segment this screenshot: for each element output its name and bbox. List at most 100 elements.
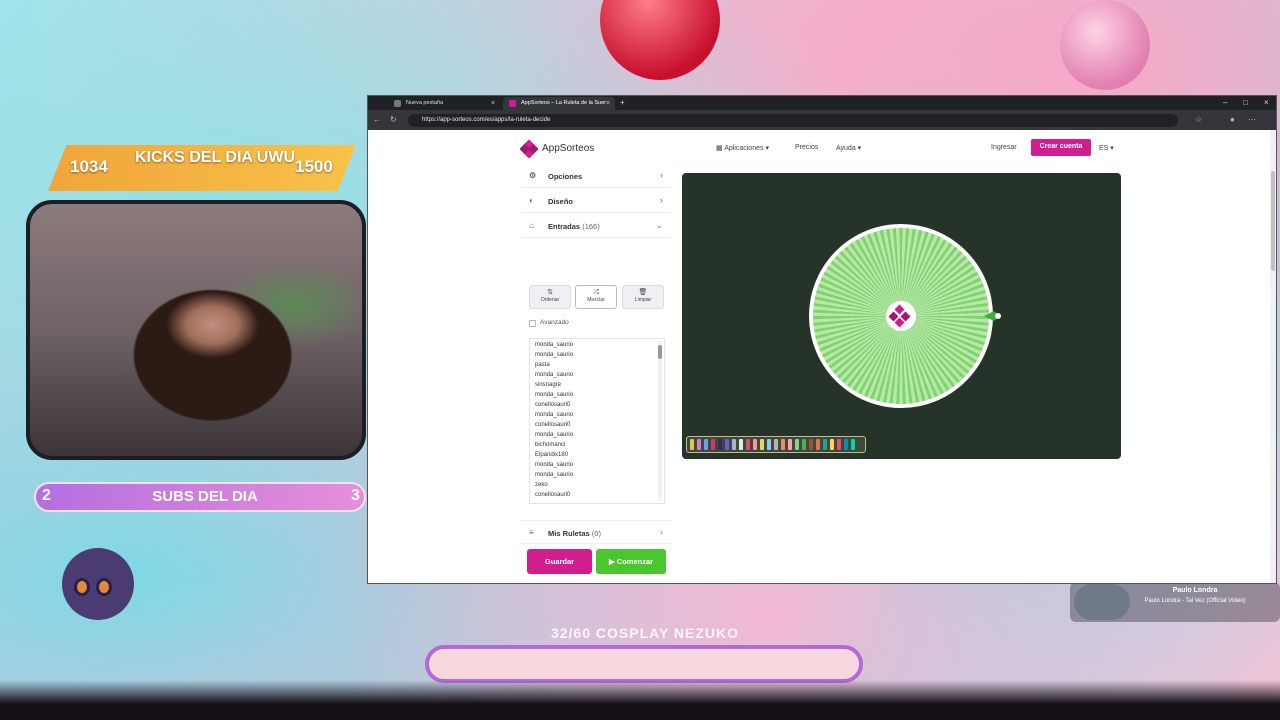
palette-swatch[interactable] [760,439,764,450]
subs-goal: 3 [351,487,360,504]
sliders-icon: ≡ [529,528,534,537]
cherry-decoration [1060,0,1150,90]
cat-eye-icon [96,578,112,596]
palette-swatch[interactable] [753,439,757,450]
gift-icon: ⌂ [529,221,534,230]
browser-window: Nueva pestaña × AppSorteos – La Ruleta d… [367,95,1277,584]
palette-swatch[interactable] [837,439,841,450]
profile-icon[interactable]: ● [1230,115,1235,124]
palette-swatch[interactable] [844,439,848,450]
new-tab-icon[interactable]: + [620,98,625,107]
clear-label: Limpiar [634,297,652,303]
palette-swatch[interactable] [823,439,827,450]
prize-wheel[interactable] [682,173,1121,459]
webcam-feed [26,200,366,460]
palette-swatch[interactable] [711,439,715,450]
my-wheels-title: Mis Ruletas [548,529,590,538]
appsorteos-page: AppSorteos ▦ Aplicaciones ▾ Precios Ayud… [368,130,1268,583]
entry-line: conellosauri0 [535,492,571,498]
palette-swatch[interactable] [781,439,785,450]
palette-swatch[interactable] [809,439,813,450]
shuffle-label: Mezclar [587,297,605,303]
close-tab-icon[interactable]: × [491,100,495,107]
nav-login[interactable]: Ingresar [991,144,1017,151]
entries-scrollbar[interactable] [658,341,662,501]
nav-help-label: Ayuda [836,145,856,152]
tab-label: AppSorteos – La Ruleta de la Suer [521,100,607,106]
tab-bar: Nueva pestaña × AppSorteos – La Ruleta d… [368,96,1276,110]
cat-eye-icon [74,578,90,596]
my-wheels-count: (0) [591,529,601,538]
sort-icon: ⇅ [547,289,553,296]
close-window-icon[interactable]: × [1264,98,1269,107]
options-section[interactable]: ⚙ Opciones › [521,164,671,188]
entries-scroll-thumb[interactable] [658,345,662,359]
palette-swatch[interactable] [718,439,722,450]
advanced-checkbox[interactable] [529,320,536,327]
palette-swatch[interactable] [816,439,820,450]
language-select[interactable]: ES ▾ [1099,144,1114,152]
entries-textarea[interactable]: monda_saurio monda_saurio pasta monda_sa… [529,338,665,504]
subs-current: 2 [42,487,51,504]
sort-button[interactable]: ⇅ Ordenar [529,285,571,309]
entries-label: Entradas (166) [548,222,600,231]
back-icon[interactable]: ← [373,115,381,124]
palette-swatch[interactable] [767,439,771,450]
palette-swatch[interactable] [795,439,799,450]
menu-icon[interactable]: ⋯ [1248,115,1256,124]
tab-appsorteos[interactable]: AppSorteos – La Ruleta de la Suer × [503,97,615,110]
start-button[interactable]: ▶ Comenzar [596,549,666,574]
palette-swatch[interactable] [690,439,694,450]
tab-label: Nueva pestaña [406,100,443,106]
palette-swatch[interactable] [725,439,729,450]
palette-swatch[interactable] [739,439,743,450]
create-account-button[interactable]: Crear cuenta [1031,139,1091,156]
palette-swatch[interactable] [830,439,834,450]
sort-label: Ordenar [540,297,560,303]
halloween-ground [0,680,1280,720]
entry-line: conellosauri0 [535,422,571,428]
nav-apps[interactable]: ▦ Aplicaciones ▾ [716,144,769,152]
appsorteos-favicon-icon [509,100,516,107]
entry-line: bichomanci [535,442,566,448]
now-playing-artist: Paulo Londra [1172,587,1218,594]
palette-swatch[interactable] [788,439,792,450]
clear-button[interactable]: 🗑 Limpiar [622,285,664,309]
kicks-current: 1034 [70,157,108,176]
chevron-down-icon: ⌄ [655,220,663,230]
refresh-icon[interactable]: ↻ [390,115,397,124]
design-section[interactable]: ◐ Diseño › [521,189,671,213]
nav-prices[interactable]: Precios [795,144,818,151]
entry-line: conellosauri0 [535,402,571,408]
palette-swatch[interactable] [774,439,778,450]
palette-swatch[interactable] [802,439,806,450]
entry-line: monda_saurio [535,412,574,418]
minimize-icon[interactable]: – [1223,98,1227,107]
entries-count: (166) [582,222,600,231]
entry-line: pasta [535,362,550,368]
address-bar: ← ↻ https://app-sorteos.com/es/apps/la-r… [368,110,1276,130]
entry-line: monda_saurio [535,472,574,478]
palette-swatch[interactable] [732,439,736,450]
palette-swatch[interactable] [697,439,701,450]
palette-swatch[interactable] [851,439,855,450]
shuffle-button[interactable]: ⤮ Mezclar [575,285,617,309]
logo-text: AppSorteos [542,143,595,154]
save-button[interactable]: Guardar [527,549,592,574]
wheel-stage [682,173,1121,459]
palette-swatch[interactable] [746,439,750,450]
language-label: ES [1099,145,1109,152]
url-field[interactable]: https://app-sorteos.com/es/apps/la-rulet… [408,114,1178,127]
palette-swatch[interactable] [704,439,708,450]
chevron-right-icon: › [660,527,663,537]
entry-line: sinsnagre [535,382,562,388]
maximize-icon[interactable]: □ [1243,98,1248,107]
shuffle-icon: ⤮ [593,289,599,296]
favorite-icon[interactable]: ☆ [1195,115,1202,124]
my-wheels-section[interactable]: ≡ Mis Ruletas (0) › [521,520,671,544]
close-tab-icon[interactable]: × [606,100,610,107]
tab-new[interactable]: Nueva pestaña × [388,97,500,110]
page-scroll-thumb[interactable] [1271,171,1275,271]
entries-section[interactable]: ⌂ Entradas (166) ⌄ [521,214,671,238]
nav-help[interactable]: Ayuda ▾ [836,144,861,152]
